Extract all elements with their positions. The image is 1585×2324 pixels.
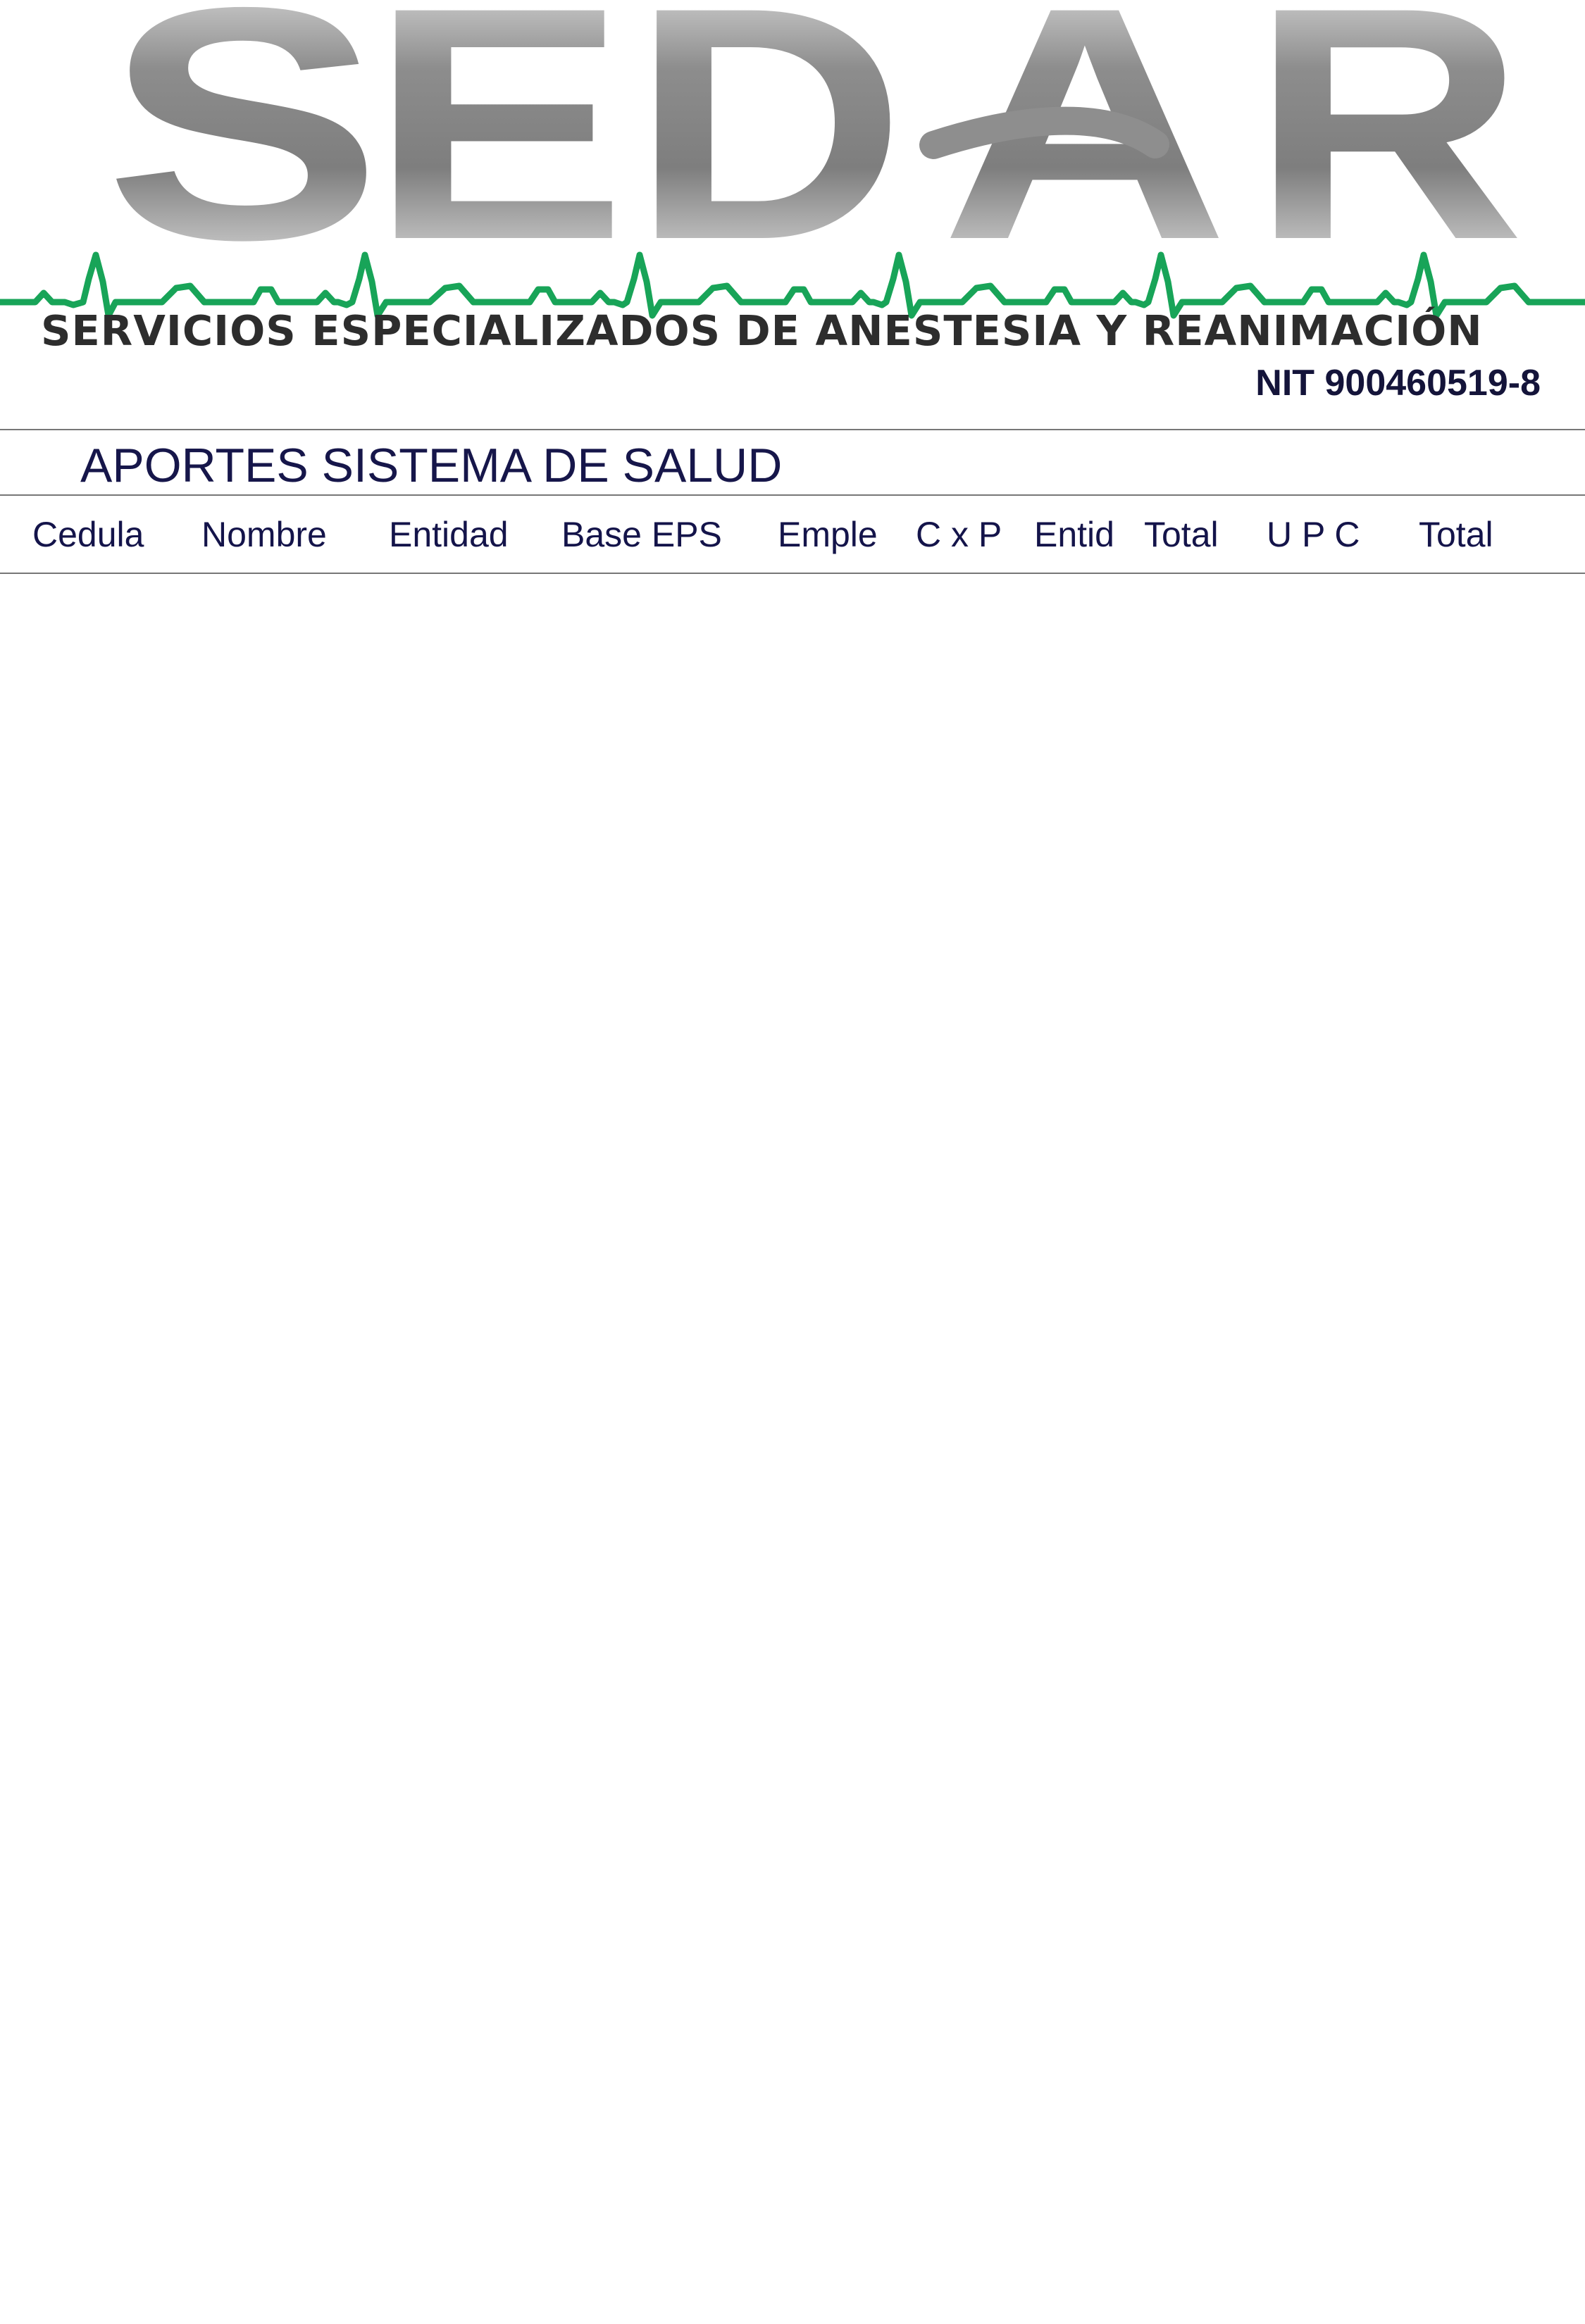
column-header-total: Total (1144, 515, 1219, 554)
column-header-total-final: Total (1419, 515, 1493, 554)
logo-letter-e: E (370, 0, 627, 308)
nit-label: NIT (1255, 363, 1315, 404)
column-header-upc: U P C (1267, 515, 1360, 554)
header-divider (0, 429, 1585, 430)
column-header-entid: Entid (1034, 515, 1114, 554)
letterhead: S E D A R SERVICIOS ESPECIALIZADOS DE AN… (0, 0, 1585, 430)
column-header-base-eps: Base EPS (561, 515, 722, 554)
logo-letter-r: R (1250, 0, 1525, 308)
column-header-cedula: Cedula (32, 515, 144, 554)
nit-line: NIT 900460519-8 (1255, 365, 1541, 401)
column-header-emple: Emple (778, 515, 878, 554)
column-header-nombre: Nombre (201, 515, 327, 554)
logo-letter-a: A (940, 0, 1229, 308)
column-header-cxp: C x P (916, 515, 1002, 554)
company-full-name: SERVICIOS ESPECIALIZADOS DE ANESTESIA Y … (41, 306, 1483, 355)
title-divider (0, 494, 1585, 496)
logo-letter-s: S (104, 0, 383, 308)
table-body-empty (0, 574, 1585, 2324)
nit-number: 900460519-8 (1324, 363, 1541, 404)
logo-letter-d: D (631, 0, 906, 308)
column-header-entidad: Entidad (389, 515, 509, 554)
report-title: APORTES SISTEMA DE SALUD (80, 439, 783, 492)
